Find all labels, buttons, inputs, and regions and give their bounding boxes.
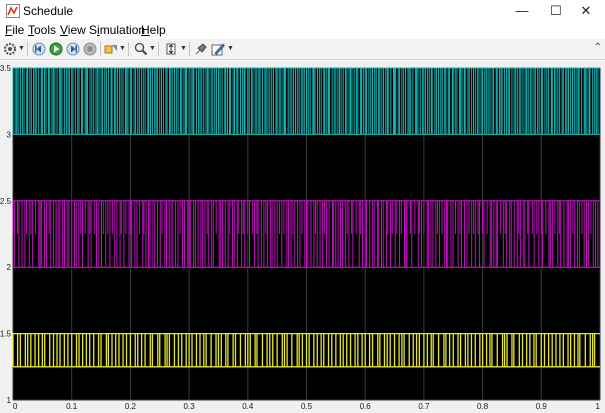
window-title: Schedule [23,4,74,18]
x-tick-label: 0 [13,402,18,411]
x-tick-label: 0.6 [360,402,372,411]
highlight-dropdown-caret[interactable]: ▼ [119,42,126,56]
menu-tools[interactable]: Tools [28,23,56,37]
zoom-icon[interactable] [134,42,148,56]
y-tick-label: 2 [7,263,12,272]
edit-dropdown-caret[interactable]: ▼ [227,42,234,56]
toolbar-separator [158,42,159,56]
x-tick-label: 0.3 [184,402,196,411]
stop-icon[interactable] [83,42,97,56]
toolbar-separator [100,42,101,56]
menu-file[interactable]: File [5,23,24,37]
toolbar: ▼ ▼ ▼ ▼ ▼ ⌃ [0,39,605,60]
settings-dropdown-caret[interactable]: ▼ [18,42,25,56]
zoom-dropdown-caret[interactable]: ▼ [149,42,156,56]
simulink-app-icon [6,4,20,18]
menu-help[interactable]: Help [141,23,166,37]
y-tick-label: 3.5 [0,64,12,73]
settings-gear-icon[interactable] [3,42,17,56]
title-bar: Schedule — ☐ ✕ [0,0,605,22]
minimize-button[interactable]: — [503,0,541,22]
scope-plot-area: 1 1.5 2 2.5 3 3.5 0 0.1 0.2 0.3 0.4 0.5 0.6 0.7 0.8 0.9… [0,61,605,413]
x-tick-label: 0.7 [418,402,430,411]
y-tick-label: 1 [7,396,12,405]
toolbar-separator [189,42,190,56]
x-tick-label: 0.2 [125,402,137,411]
x-tick-label: 0.5 [301,402,313,411]
run-icon[interactable] [49,42,63,56]
edit-icon[interactable] [211,42,225,56]
collapse-toolbar-icon[interactable]: ⌃ [594,42,602,53]
toolbar-separator [27,42,28,56]
x-tick-label: 0.1 [66,402,78,411]
menu-view[interactable]: View [60,23,86,37]
x-tick-label: 1 [596,402,601,411]
cursor-measure-icon[interactable] [194,42,208,56]
step-back-icon[interactable] [32,42,46,56]
step-forward-icon[interactable] [66,42,80,56]
signal-trace-1 [12,67,600,135]
toolbar-separator [128,42,129,56]
y-tick-label: 1.5 [0,330,12,339]
y-tick-label: 3 [7,130,12,139]
x-tick-label: 0.8 [477,402,489,411]
highlight-icon[interactable] [104,42,118,56]
autoscale-dropdown-caret[interactable]: ▼ [180,42,187,56]
autoscale-icon[interactable] [164,42,178,56]
close-button[interactable]: ✕ [567,0,605,22]
x-tick-label: 0.9 [536,402,548,411]
scope-chart[interactable]: 1 1.5 2 2.5 3 3.5 0 0.1 0.2 0.3 0.4 0.5 0.6 0.7 0.8 0.9… [0,61,605,413]
menu-bar: File Tools View Simulation Help [0,22,605,39]
x-tick-label: 0.4 [242,402,254,411]
signal-trace-3 [12,332,600,368]
menu-simulation[interactable]: Simulation [89,23,145,37]
y-tick-label: 2.5 [0,197,12,206]
